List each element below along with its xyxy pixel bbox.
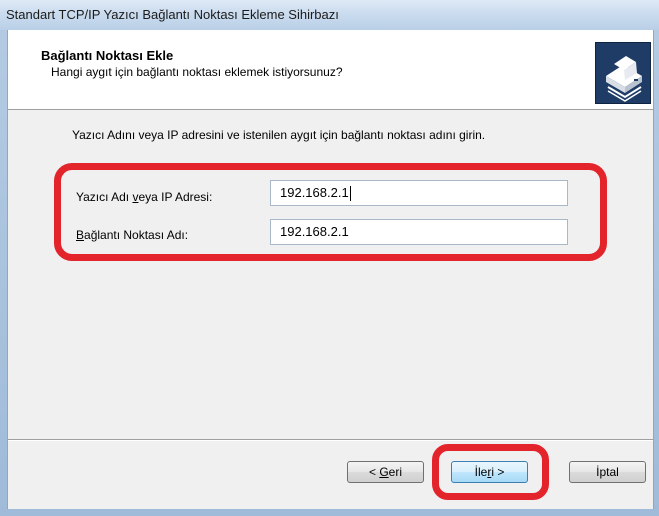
title-bar[interactable]: Standart TCP/IP Yazıcı Bağlantı Noktası …	[0, 0, 659, 30]
wizard-window: Standart TCP/IP Yazıcı Bağlantı Noktası …	[0, 0, 659, 516]
printer-icon	[595, 42, 651, 104]
instructions-text: Yazıcı Adını veya IP adresini ve istenil…	[72, 128, 486, 142]
next-button-highlight-outline	[432, 444, 549, 500]
wizard-header: Bağlantı Noktası Ekle Hangi aygıt için b…	[8, 30, 653, 110]
wizard-client-area: Bağlantı Noktası Ekle Hangi aygıt için b…	[7, 30, 654, 509]
window-title: Standart TCP/IP Yazıcı Bağlantı Noktası …	[6, 7, 339, 22]
fields-highlight-outline	[54, 163, 607, 261]
back-button[interactable]: < Geri	[347, 461, 424, 483]
footer-separator	[8, 439, 653, 441]
page-subtitle: Hangi aygıt için bağlantı noktası ekleme…	[51, 65, 343, 79]
page-title: Bağlantı Noktası Ekle	[41, 48, 174, 63]
cancel-button[interactable]: İptal	[569, 461, 646, 483]
